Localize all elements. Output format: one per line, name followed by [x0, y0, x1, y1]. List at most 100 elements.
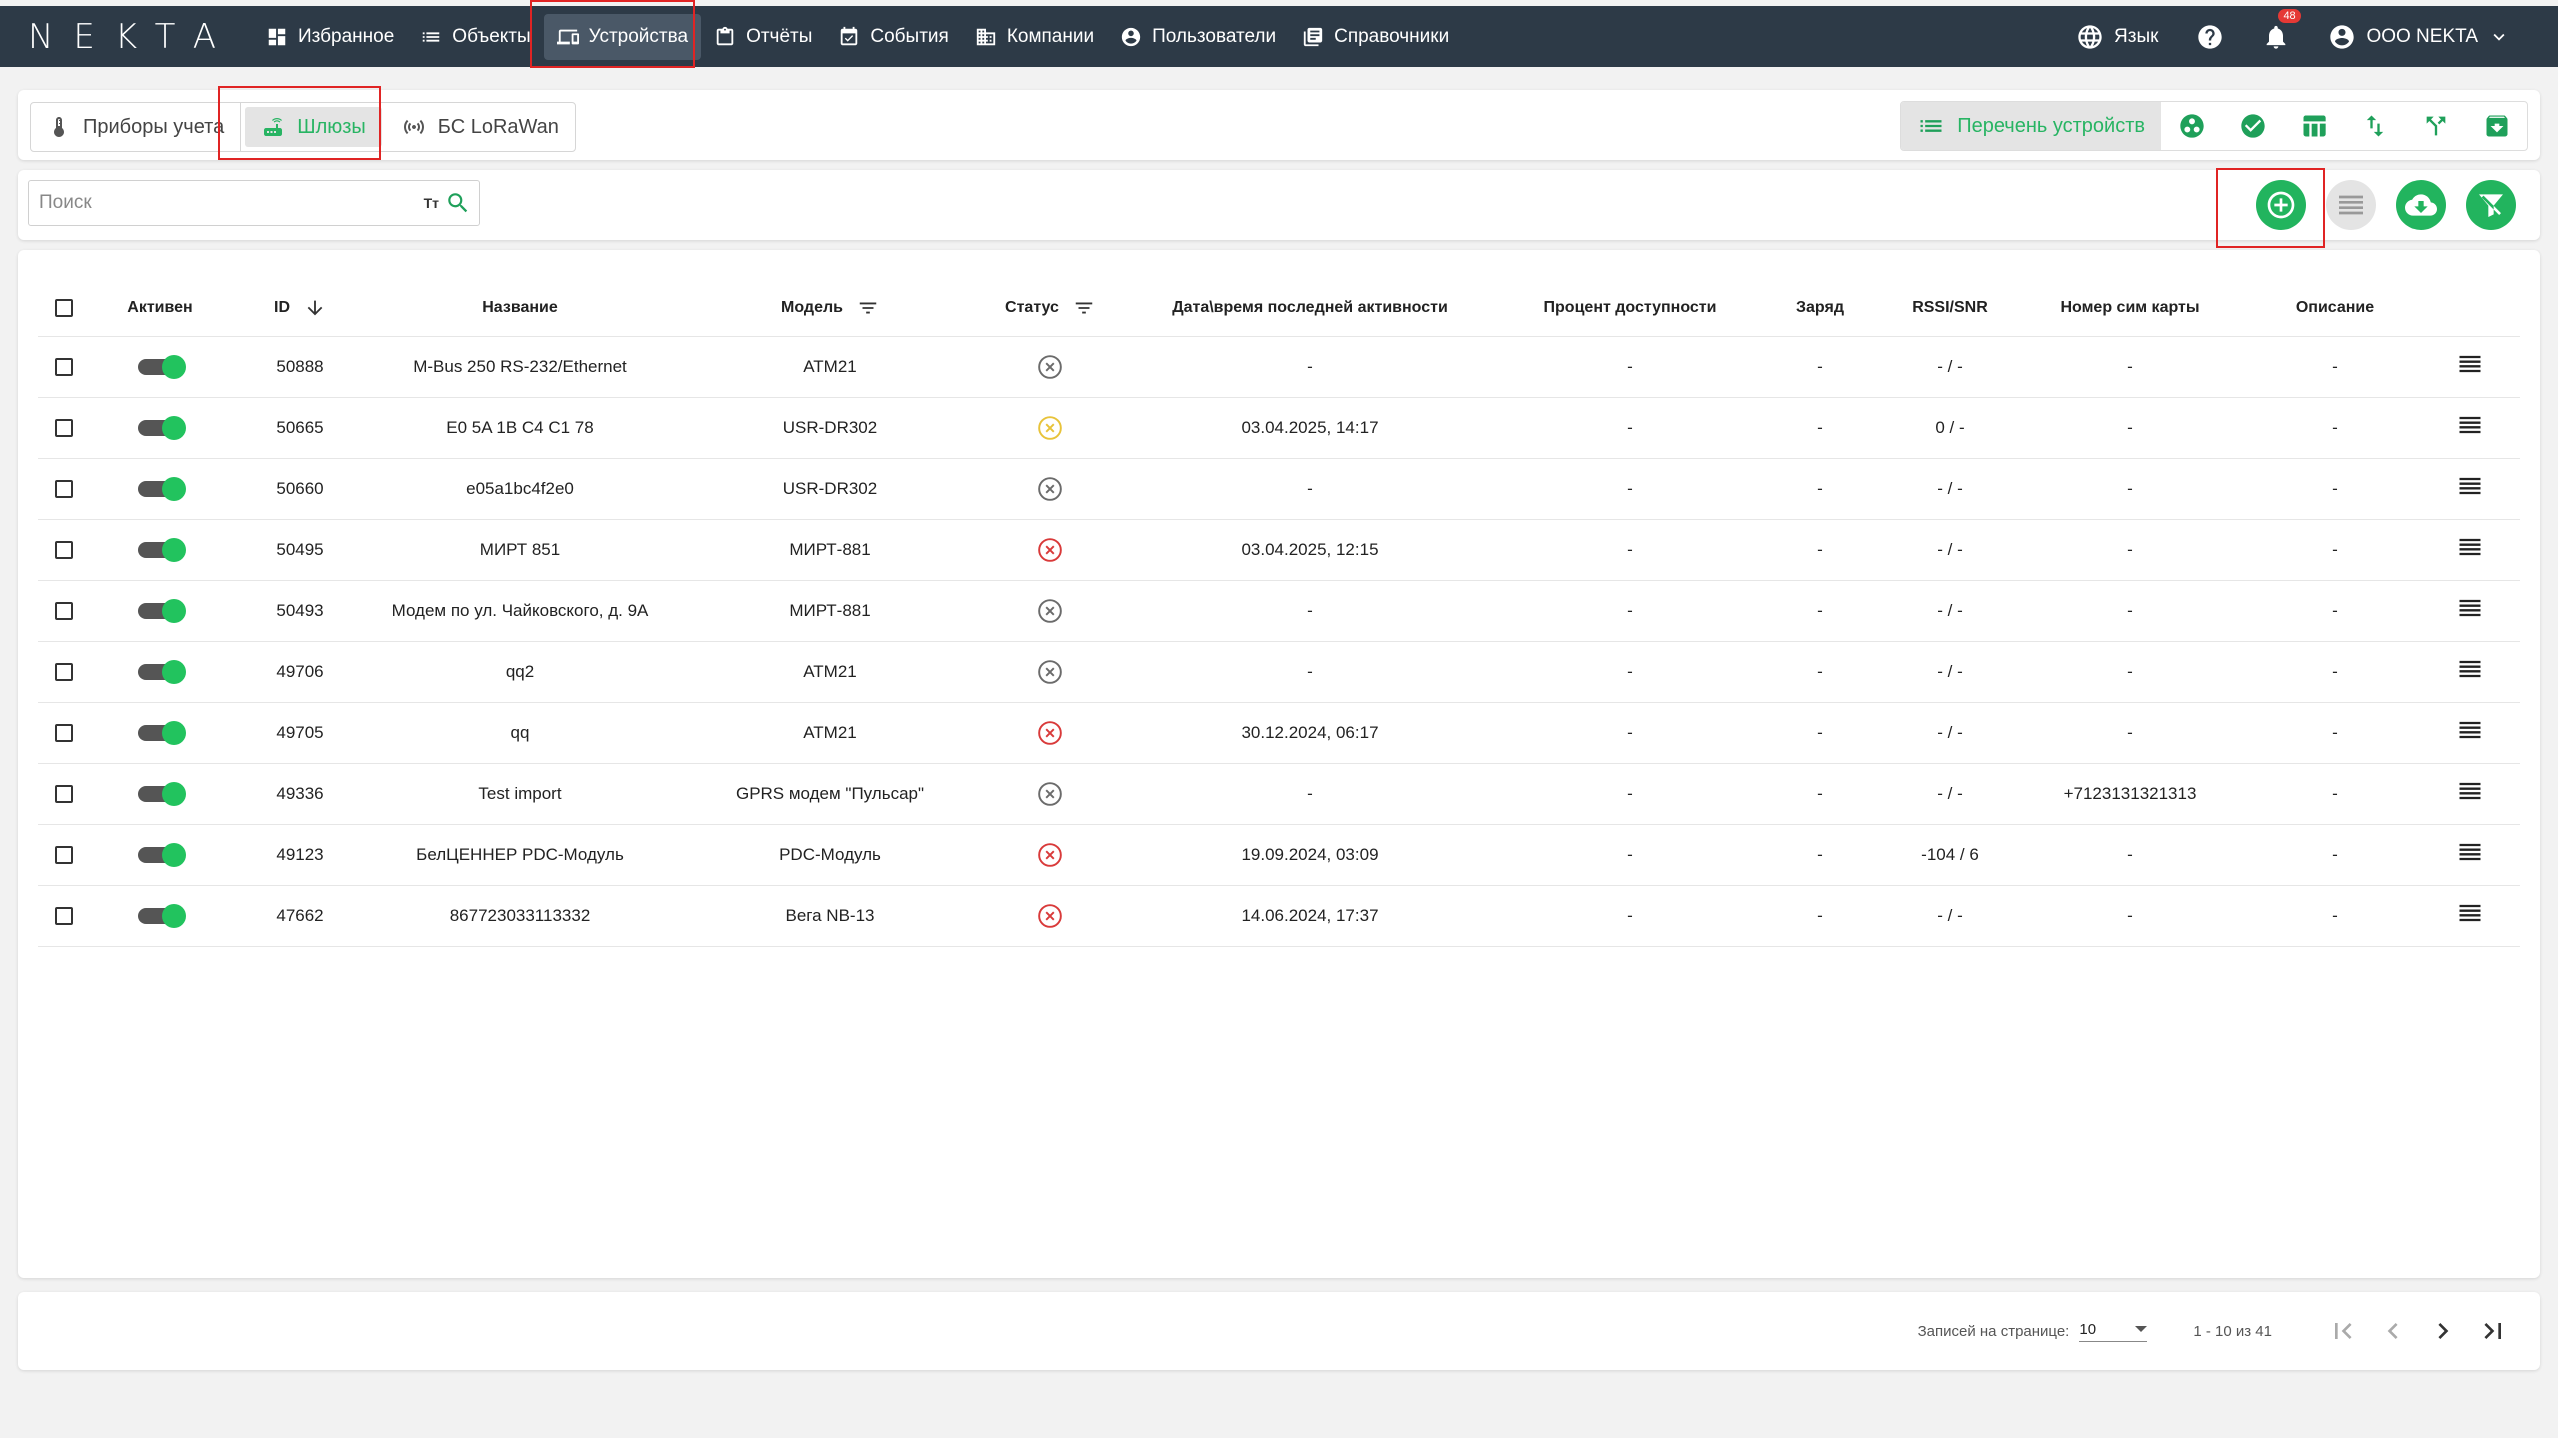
nav-item-reports[interactable]: Отчёты	[701, 14, 825, 60]
menu-lines-icon[interactable]	[2456, 594, 2484, 622]
row-name[interactable]: МИРТ 851	[370, 518, 670, 580]
row-checkbox[interactable]	[55, 480, 73, 499]
first-page-button[interactable]	[2318, 1306, 2368, 1356]
active-toggle[interactable]	[138, 904, 186, 929]
row-checkbox[interactable]	[55, 358, 73, 377]
active-toggle[interactable]	[138, 660, 186, 685]
filter-list-icon[interactable]	[857, 297, 879, 319]
help-button[interactable]	[2196, 23, 2224, 51]
menu-lines-icon[interactable]	[2456, 350, 2484, 378]
device-list-view-button[interactable]: Перечень устройств	[1901, 102, 2161, 150]
next-page-button[interactable]	[2418, 1306, 2468, 1356]
header-model-cell[interactable]: Модель	[670, 280, 990, 336]
active-toggle[interactable]	[138, 477, 186, 502]
menu-lines-icon[interactable]	[2456, 777, 2484, 805]
row-name[interactable]: M-Bus 250 RS-232/Ethernet	[370, 335, 670, 397]
table-row[interactable]: 47662 867723033113332 Вега NB-13 14.06.2024…	[38, 884, 2520, 947]
table-row[interactable]: 50493 Модем по ул. Чайковского, д. 9А МИРТ…	[38, 579, 2520, 641]
tab-meters[interactable]: Приборы учета	[31, 103, 242, 151]
account-menu[interactable]: ООО NEKTA	[2328, 23, 2510, 51]
language-button[interactable]: Язык	[2076, 23, 2158, 51]
groups-view-button[interactable]	[2161, 102, 2222, 150]
verified-view-button[interactable]	[2222, 102, 2283, 150]
table-row[interactable]: 49336 Test import GPRS модем "Пульсар" - - - -…	[38, 762, 2520, 824]
tab-lorawan-bs[interactable]: БС LoRaWan	[386, 103, 575, 151]
table-row[interactable]: 50660 e05a1bc4f2e0 USR-DR302- - - - / ---	[38, 457, 2520, 519]
download-button[interactable]	[2396, 180, 2446, 230]
table-row[interactable]: 50665 E0 5A 1B C4 C1 78 USR-DR302 03.04.202…	[38, 396, 2520, 458]
header-last-activity[interactable]: Дата\время последней активности	[1110, 280, 1510, 336]
prev-page-button[interactable]	[2368, 1306, 2418, 1356]
header-active[interactable]: Активен	[90, 280, 230, 336]
header-name[interactable]: Название	[370, 280, 670, 336]
menu-lines-icon[interactable]	[2456, 838, 2484, 866]
last-page-button[interactable]	[2468, 1306, 2518, 1356]
columns-menu-button[interactable]	[2326, 180, 2376, 230]
tab-gateways[interactable]: Шлюзы	[245, 107, 382, 147]
active-toggle[interactable]	[138, 782, 186, 807]
row-name[interactable]: E0 5A 1B C4 C1 78	[370, 396, 670, 458]
row-checkbox[interactable]	[55, 663, 73, 682]
table-row[interactable]: 49705 qq ATM21 30.12.2024, 06:17- - - / ---	[38, 701, 2520, 763]
table-view-button[interactable]	[2283, 102, 2344, 150]
header-rssi[interactable]: RSSI/SNR	[1890, 280, 2010, 336]
menu-lines-icon[interactable]	[2456, 716, 2484, 744]
per-page-select[interactable]: 10	[2079, 1321, 2148, 1342]
nav-item-events[interactable]: События	[825, 14, 961, 60]
row-name[interactable]: БелЦЕННЕР PDC-Модуль	[370, 823, 670, 885]
header-description[interactable]: Описание	[2250, 280, 2420, 336]
menu-lines-icon[interactable]	[2456, 533, 2484, 561]
header-status-cell[interactable]: Статус	[990, 280, 1110, 336]
row-name[interactable]: 867723033113332	[370, 884, 670, 947]
menu-lines-icon[interactable]	[2456, 655, 2484, 683]
active-toggle[interactable]	[138, 416, 186, 441]
add-device-button[interactable]	[2256, 180, 2306, 230]
search-input[interactable]	[29, 192, 424, 214]
table-row[interactable]: 50495 МИРТ 851 МИРТ-881 03.04.2025, 12:15- -…	[38, 518, 2520, 580]
row-name[interactable]: qq2	[370, 640, 670, 702]
row-checkbox[interactable]	[55, 846, 73, 865]
nav-item-companies[interactable]: Компании	[962, 14, 1107, 60]
search-icon[interactable]	[445, 190, 471, 216]
row-name[interactable]: qq	[370, 701, 670, 763]
active-toggle[interactable]	[138, 721, 186, 746]
row-name[interactable]: e05a1bc4f2e0	[370, 457, 670, 519]
arrow-down-icon[interactable]	[304, 297, 326, 319]
nav-item-devices[interactable]: Устройства	[543, 13, 702, 60]
archive-view-button[interactable]	[2466, 102, 2527, 150]
active-toggle[interactable]	[138, 355, 186, 380]
table-row[interactable]: 50888 M-Bus 250 RS-232/Ethernet ATM21- - - - …	[38, 335, 2520, 397]
clear-filter-button[interactable]	[2466, 180, 2516, 230]
active-toggle[interactable]	[138, 599, 186, 624]
filter-list-icon[interactable]	[1073, 297, 1095, 319]
active-toggle[interactable]	[138, 843, 186, 868]
row-name[interactable]: Test import	[370, 762, 670, 824]
header-sim[interactable]: Номер сим карты	[2010, 280, 2250, 336]
row-name[interactable]: Модем по ул. Чайковского, д. 9А	[370, 579, 670, 641]
menu-lines-icon[interactable]	[2456, 899, 2484, 927]
notifications-button[interactable]: 48	[2262, 8, 2301, 51]
header-id-cell[interactable]: ID	[230, 280, 370, 336]
nav-item-favorites[interactable]: Избранное	[253, 14, 407, 60]
row-checkbox[interactable]	[55, 785, 73, 804]
flow-view-button[interactable]	[2405, 102, 2466, 150]
header-charge[interactable]: Заряд	[1750, 280, 1890, 336]
table-row[interactable]: 49706 qq2 ATM21- - - - / ---	[38, 640, 2520, 702]
row-checkbox[interactable]	[55, 419, 73, 438]
row-checkbox[interactable]	[55, 602, 73, 621]
nav-item-objects[interactable]: Объекты	[407, 14, 543, 60]
select-all-checkbox[interactable]	[55, 298, 73, 317]
header-availability[interactable]: Процент доступности	[1510, 280, 1750, 336]
nav-item-dictionaries[interactable]: Справочники	[1289, 14, 1462, 60]
row-checkbox[interactable]	[55, 907, 73, 926]
active-toggle[interactable]	[138, 538, 186, 563]
row-checkbox[interactable]	[55, 724, 73, 743]
nekta-logo[interactable]: NEKTA	[28, 17, 253, 57]
menu-lines-icon[interactable]	[2456, 411, 2484, 439]
sort-view-button[interactable]	[2344, 102, 2405, 150]
table-row[interactable]: 49123 БелЦЕННЕР PDC-Модуль PDC-Модуль 19.09…	[38, 823, 2520, 885]
text-mode-toggle[interactable]: Tт	[424, 195, 439, 211]
menu-lines-icon[interactable]	[2456, 472, 2484, 500]
nav-item-users[interactable]: Пользователи	[1107, 14, 1289, 60]
row-checkbox[interactable]	[55, 541, 73, 560]
